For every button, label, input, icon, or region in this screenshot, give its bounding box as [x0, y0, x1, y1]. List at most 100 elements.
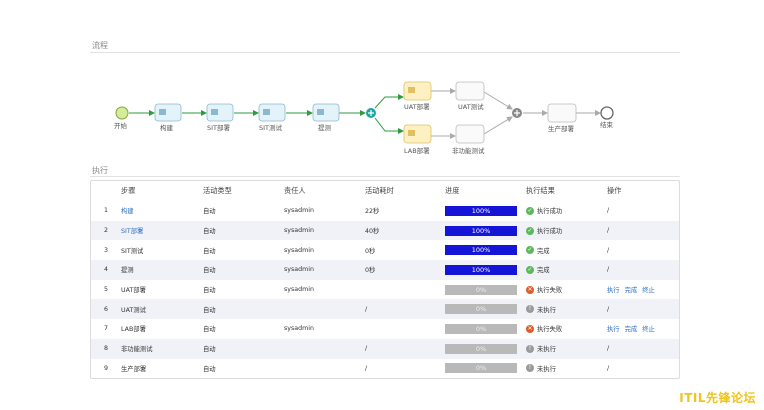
step-name[interactable]: 构建 — [121, 206, 203, 215]
node-label-submit-test: 提测 — [318, 123, 332, 132]
step-name: 生产部署 — [121, 365, 147, 373]
action-none: / — [607, 227, 610, 235]
col-header-duration: 活动耗时 — [365, 186, 394, 195]
result-text: 完成 — [537, 267, 550, 275]
node-label-build: 构建 — [160, 123, 174, 132]
task-node-submit-test[interactable]: 提测 — [312, 103, 340, 132]
result-text: 未执行 — [537, 346, 556, 354]
progress-cell: 0% — [445, 284, 526, 295]
task-node-icon — [159, 109, 166, 115]
action-link[interactable]: 完成 — [625, 326, 638, 333]
progress-bar: 100% — [445, 264, 517, 275]
task-node-sit-deploy[interactable]: SIT部署 — [206, 103, 234, 132]
row-index: 1 — [103, 207, 108, 215]
progress-bar: 100% — [445, 225, 517, 236]
watermark-text: ITIL先锋论坛 — [679, 391, 756, 405]
task-node-uat-deploy[interactable]: UAT部署 — [403, 81, 432, 111]
activity-type: 自动 — [203, 306, 216, 314]
actions-cell: / — [607, 345, 677, 352]
result-cell: ✓ 完成 — [526, 265, 607, 274]
action-link[interactable]: 终止 — [642, 326, 655, 333]
task-node-uat-test[interactable]: UAT测试 — [455, 81, 485, 111]
actions-cell: 执行 完成 终止 — [607, 285, 677, 294]
execution-table: 步骤 活动类型 责任人 活动耗时 进度 执行结果 操作 1 构建自动 sysadmi… — [90, 180, 680, 380]
task-node-icon — [317, 109, 324, 115]
process-flow-diagram: 开始 构建 SIT部署 SIT测试 提测 UAT部署 LAB部署 UAT测试 非… — [114, 81, 614, 155]
activity-type: 自动 — [203, 326, 216, 334]
activity-type: 自动 — [203, 267, 216, 275]
action-link[interactable]: 执行 — [607, 287, 620, 294]
action-link[interactable]: 执行 — [607, 326, 620, 333]
task-node-nonfunctional-test[interactable]: 非功能测试 — [452, 124, 485, 155]
node-label-prod-deploy: 生产部署 — [548, 124, 575, 133]
action-none: / — [607, 305, 610, 313]
progress-cell: 100% — [445, 205, 526, 216]
status-icon: ✓ — [526, 265, 534, 274]
flow-arrow — [483, 116, 513, 135]
task-node-lab-deploy[interactable]: LAB部署 — [403, 124, 432, 155]
status-icon: ! — [526, 305, 534, 314]
col-header-type: 活动类型 — [203, 186, 232, 195]
task-node-icon — [408, 87, 415, 93]
status-icon: ✓ — [526, 206, 534, 215]
task-node-icon — [408, 130, 415, 136]
col-header-progress: 进度 — [445, 186, 460, 195]
activity-type: 自动 — [203, 365, 216, 373]
node-label-nonfunctional-test: 非功能测试 — [452, 146, 485, 155]
action-none: / — [607, 364, 610, 372]
end-event-node[interactable] — [600, 106, 614, 120]
result-cell: ✕ 执行失败 — [526, 324, 607, 333]
result-cell: ✓ 执行成功 — [526, 206, 607, 215]
status-icon: ! — [526, 344, 534, 353]
end-label: 结束 — [600, 120, 614, 129]
duration: 40秒 — [365, 228, 380, 236]
action-link[interactable]: 终止 — [642, 287, 655, 294]
step-name: 非功能测试 — [121, 346, 153, 354]
parallel-gateway-split[interactable] — [366, 108, 376, 118]
task-node-prod-deploy[interactable]: 生产部署 — [547, 103, 577, 133]
progress-bar: 0% — [445, 323, 517, 334]
actions-cell: / — [607, 266, 677, 273]
node-label-sit-deploy: SIT部署 — [207, 123, 231, 132]
task-node-sit-test[interactable]: SIT测试 — [258, 103, 286, 132]
col-header-owner: 责任人 — [284, 186, 306, 195]
status-icon: ✕ — [526, 285, 534, 294]
progress-bar: 0% — [445, 284, 517, 295]
col-header-actions: 操作 — [607, 186, 622, 195]
progress-cell: 0% — [445, 363, 526, 374]
owner: sysadmin — [284, 207, 315, 215]
status-icon: ✓ — [526, 246, 534, 255]
progress-cell: 0% — [445, 343, 526, 354]
owner: sysadmin — [284, 325, 315, 333]
result-text: 执行失败 — [537, 287, 563, 295]
status-icon: ! — [526, 364, 534, 373]
node-label-sit-test: SIT测试 — [259, 123, 283, 132]
activity-type: 自动 — [203, 287, 216, 295]
action-none: / — [607, 266, 610, 274]
start-event-node[interactable] — [115, 106, 129, 120]
progress-cell: 100% — [445, 264, 526, 275]
result-text: 执行成功 — [537, 208, 563, 216]
step-name[interactable]: SIT部署 — [121, 226, 203, 235]
progress-bar: 0% — [445, 343, 517, 354]
duration: 0秒 — [365, 267, 376, 275]
status-icon: ✓ — [526, 226, 534, 235]
row-index: 8 — [103, 345, 108, 353]
table-header-row: 步骤 活动类型 责任人 活动耗时 进度 执行结果 操作 — [91, 181, 679, 201]
flow-arrow — [374, 94, 404, 109]
activity-type: 自动 — [203, 346, 216, 354]
result-text: 完成 — [537, 247, 550, 255]
status-icon: ✕ — [526, 324, 534, 333]
step-name: 提测 — [121, 267, 134, 275]
parallel-gateway-join[interactable] — [512, 108, 522, 118]
node-label-lab-deploy: LAB部署 — [404, 146, 430, 155]
progress-bar: 100% — [445, 205, 517, 216]
step-name: UAT部署 — [121, 287, 146, 295]
table-body: 1 构建 自动 sysadmin 22秒 100% ✓ 执行成功/2 SIT部署 自动 sysadm… — [91, 201, 679, 378]
action-link[interactable]: 完成 — [625, 287, 638, 294]
table-row: 3 SIT测试 自动 sysadmin 0秒 100% ✓ 完成 / — [91, 240, 679, 260]
activity-type: 自动 — [203, 247, 216, 255]
task-node-build[interactable]: 构建 — [154, 103, 182, 132]
table-row: 9 生产部署 自动/0%! 未执行 / — [91, 359, 679, 379]
duration: 0秒 — [365, 247, 376, 255]
